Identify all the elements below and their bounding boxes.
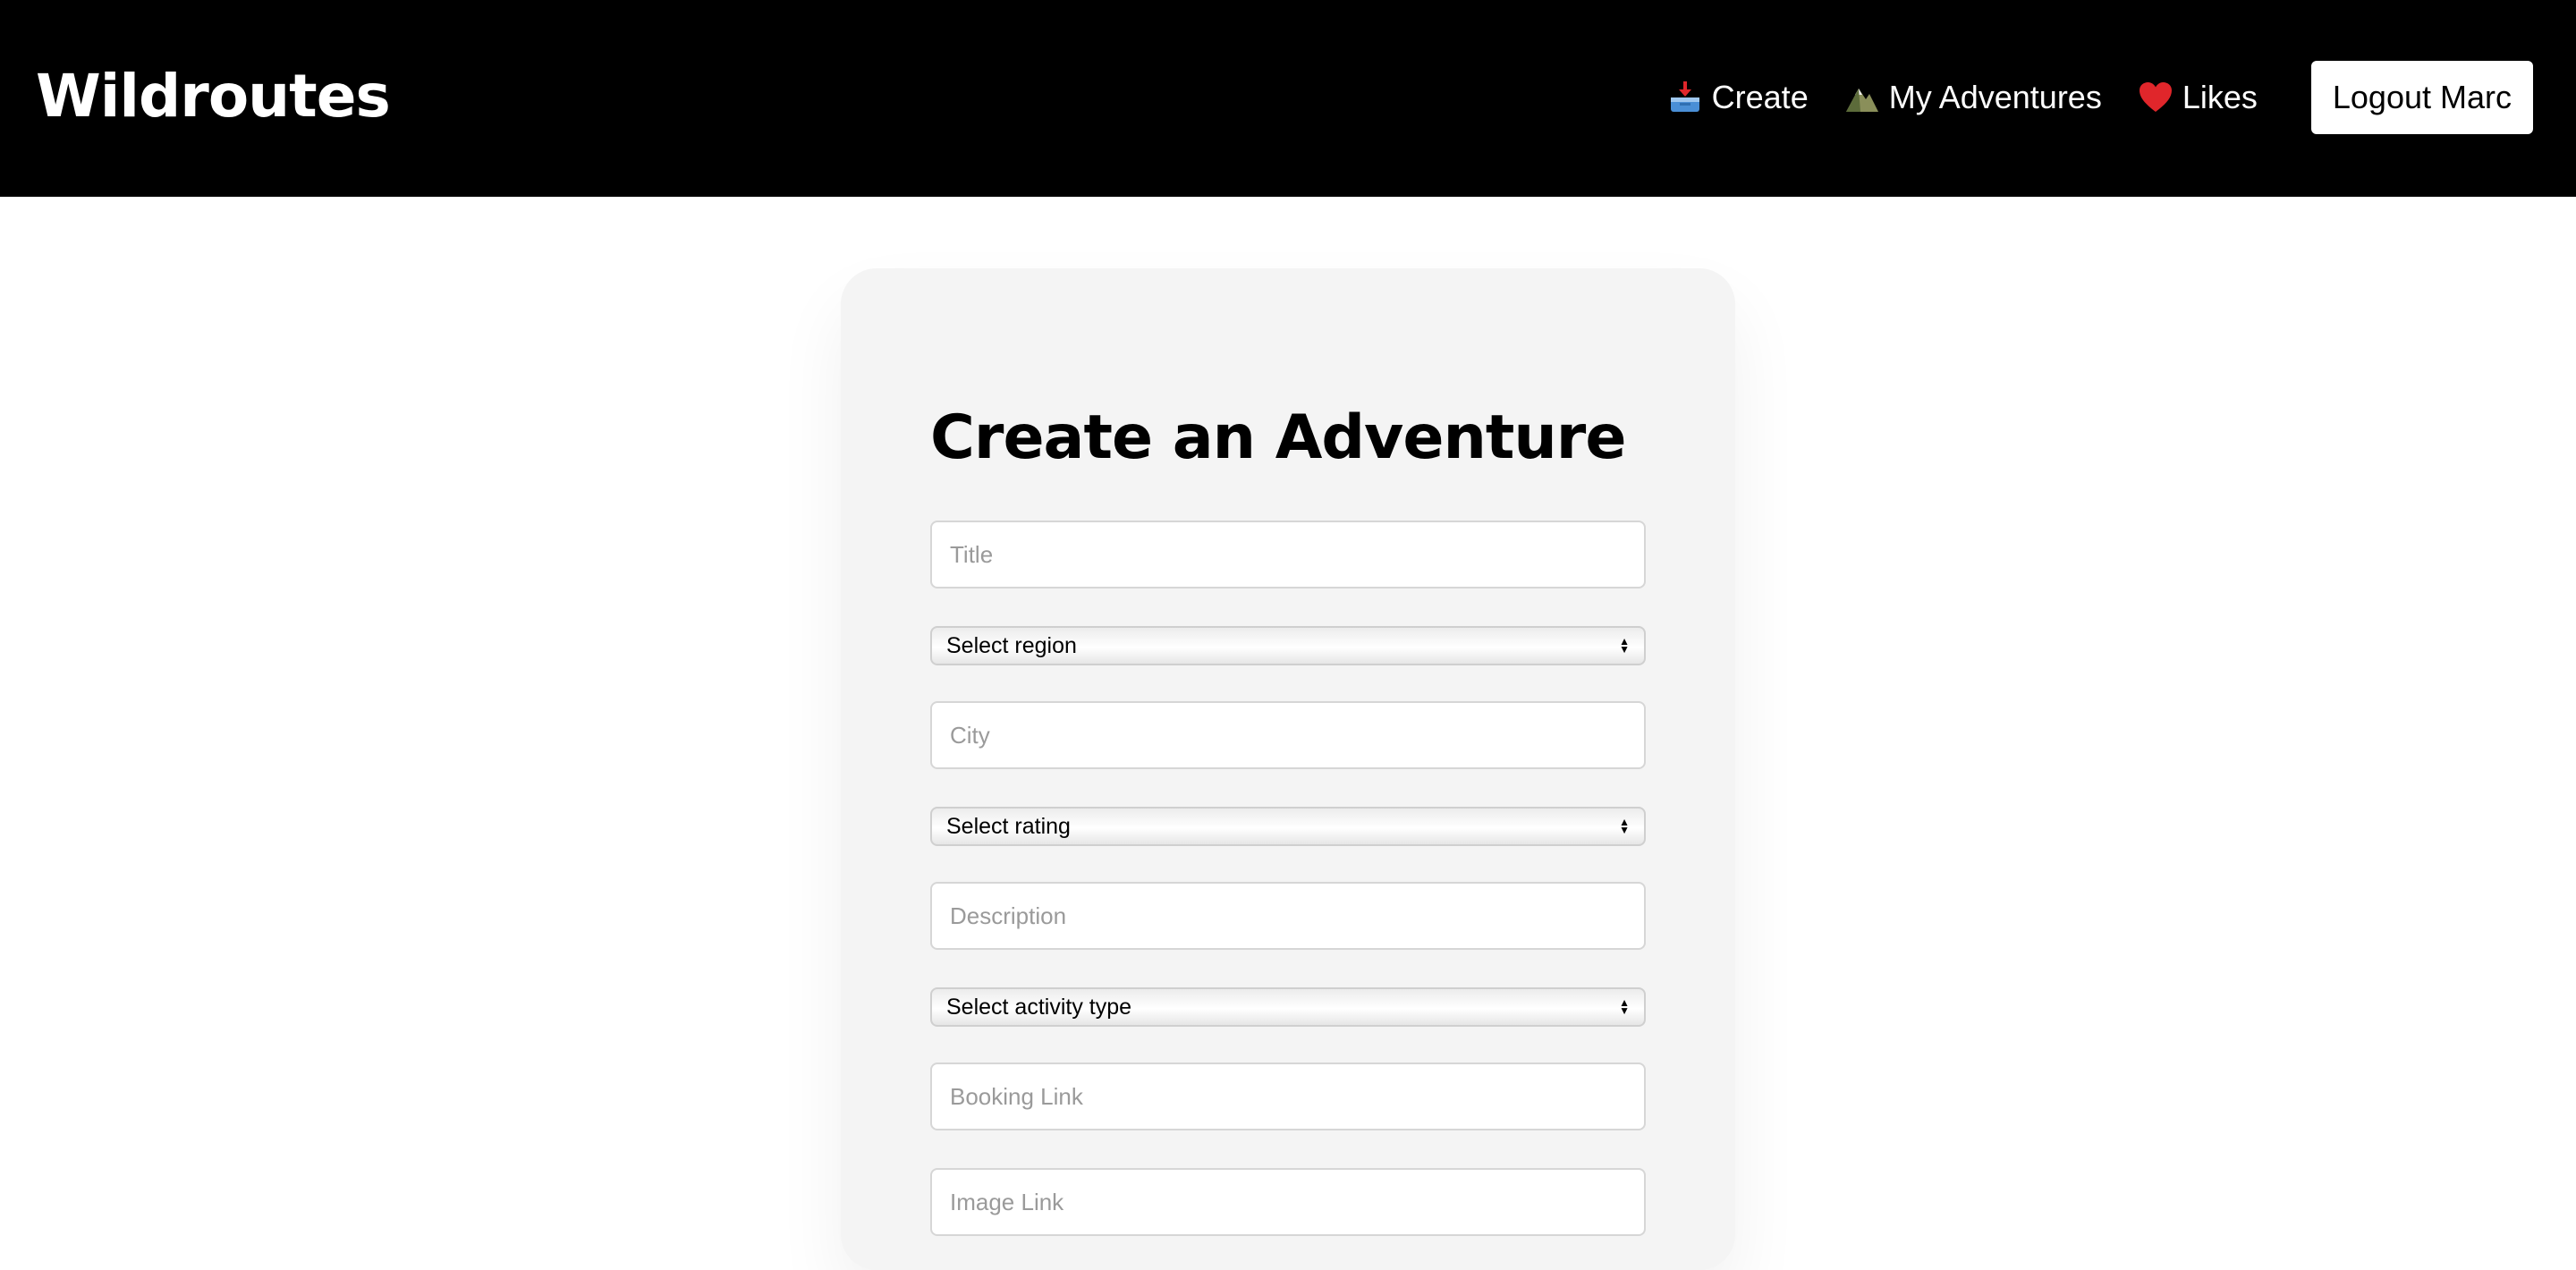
select-arrows-icon: ▲ ▼ — [1619, 816, 1630, 836]
nav-likes-label: Likes — [2182, 79, 2258, 115]
brand-logo[interactable]: Wildroutes — [36, 61, 391, 132]
select-arrows-icon: ▲ ▼ — [1619, 635, 1630, 656]
rating-select-value: Select rating — [946, 813, 1071, 839]
navbar: Wildroutes Create My Adventures Likes Lo… — [0, 0, 2576, 197]
mountain-icon — [1844, 80, 1880, 115]
region-select-value: Select region — [946, 632, 1077, 658]
nav-links: Create My Adventures Likes Logout Marc — [1631, 61, 2533, 134]
nav-my-adventures-label: My Adventures — [1888, 79, 2102, 115]
nav-create-label: Create — [1711, 79, 1809, 115]
heart-icon — [2138, 80, 2174, 115]
booking-link-input[interactable] — [930, 1063, 1646, 1130]
title-input[interactable] — [930, 521, 1646, 588]
nav-create-link[interactable]: Create — [1667, 79, 1809, 116]
activity-type-select[interactable]: Select activity type ▲ ▼ — [930, 987, 1646, 1027]
image-link-input[interactable] — [930, 1168, 1646, 1236]
region-select[interactable]: Select region ▲ ▼ — [930, 626, 1646, 665]
activity-type-select-value: Select activity type — [946, 994, 1132, 1020]
select-arrows-icon: ▲ ▼ — [1619, 996, 1630, 1017]
description-input[interactable] — [930, 882, 1646, 950]
page-title: Create an Adventure — [930, 402, 1626, 473]
inbox-tray-icon — [1667, 80, 1703, 115]
logout-button[interactable]: Logout Marc — [2310, 61, 2533, 134]
nav-my-adventures-link[interactable]: My Adventures — [1844, 79, 2102, 116]
nav-likes-link[interactable]: Likes — [2138, 79, 2258, 116]
create-adventure-card: Create an Adventure Select region ▲▼ Sel… — [841, 268, 1735, 1270]
rating-select[interactable]: Select rating ▲ ▼ — [930, 807, 1646, 846]
city-input[interactable] — [930, 701, 1646, 769]
